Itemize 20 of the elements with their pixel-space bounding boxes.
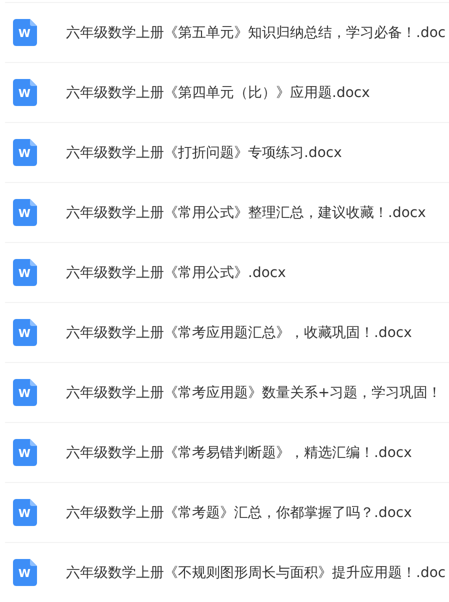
file-name[interactable]: 六年级数学上册《常用公式》.docx	[66, 264, 286, 282]
word-file-icon: W	[13, 259, 37, 286]
word-file-icon: W	[13, 199, 37, 226]
file-name[interactable]: 六年级数学上册《常用公式》整理汇总，建议收藏！.docx	[66, 204, 426, 222]
word-file-icon: W	[13, 139, 37, 166]
file-name[interactable]: 六年级数学上册《常考应用题》数量关系+习题，学习巩固！	[66, 384, 442, 402]
word-file-icon: W	[13, 499, 37, 526]
word-file-icon: W	[13, 559, 37, 586]
word-file-icon: W	[13, 19, 37, 46]
file-name[interactable]: 六年级数学上册《打折问题》专项练习.docx	[66, 144, 342, 162]
word-file-icon: W	[13, 439, 37, 466]
word-file-icon: W	[13, 79, 37, 106]
file-name[interactable]: 六年级数学上册《常考易错判断题》，精选汇编！.docx	[66, 444, 412, 462]
file-name[interactable]: 六年级数学上册《第四单元（比）》应用题.docx	[66, 84, 370, 102]
file-name[interactable]: 六年级数学上册《常考应用题汇总》，收藏巩固！.docx	[66, 324, 412, 342]
word-file-icon: W	[13, 319, 37, 346]
file-name[interactable]: 六年级数学上册《不规则图形周长与面积》提升应用题！.doc	[66, 564, 446, 582]
word-file-icon: W	[13, 379, 37, 406]
file-name[interactable]: 六年级数学上册《常考题》汇总，你都掌握了吗？.docx	[66, 504, 412, 522]
file-name[interactable]: 六年级数学上册《第五单元》知识归纳总结，学习必备！.doc	[66, 24, 446, 42]
